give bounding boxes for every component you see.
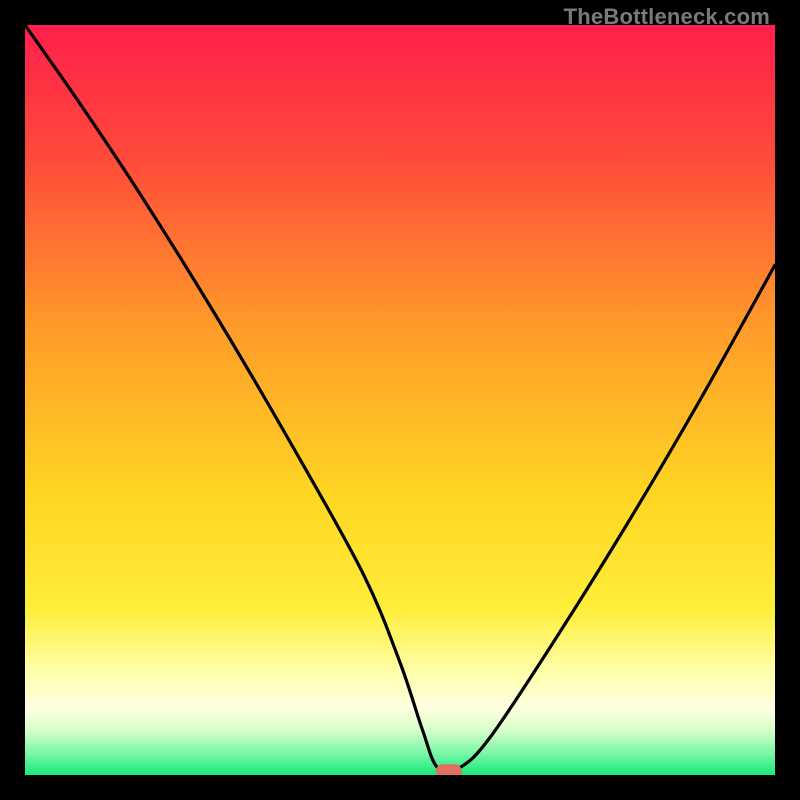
plot-area bbox=[25, 25, 775, 775]
watermark-text: TheBottleneck.com bbox=[564, 4, 770, 30]
bottleneck-curve bbox=[25, 25, 775, 775]
min-marker bbox=[436, 764, 462, 775]
chart-frame: TheBottleneck.com bbox=[0, 0, 800, 800]
